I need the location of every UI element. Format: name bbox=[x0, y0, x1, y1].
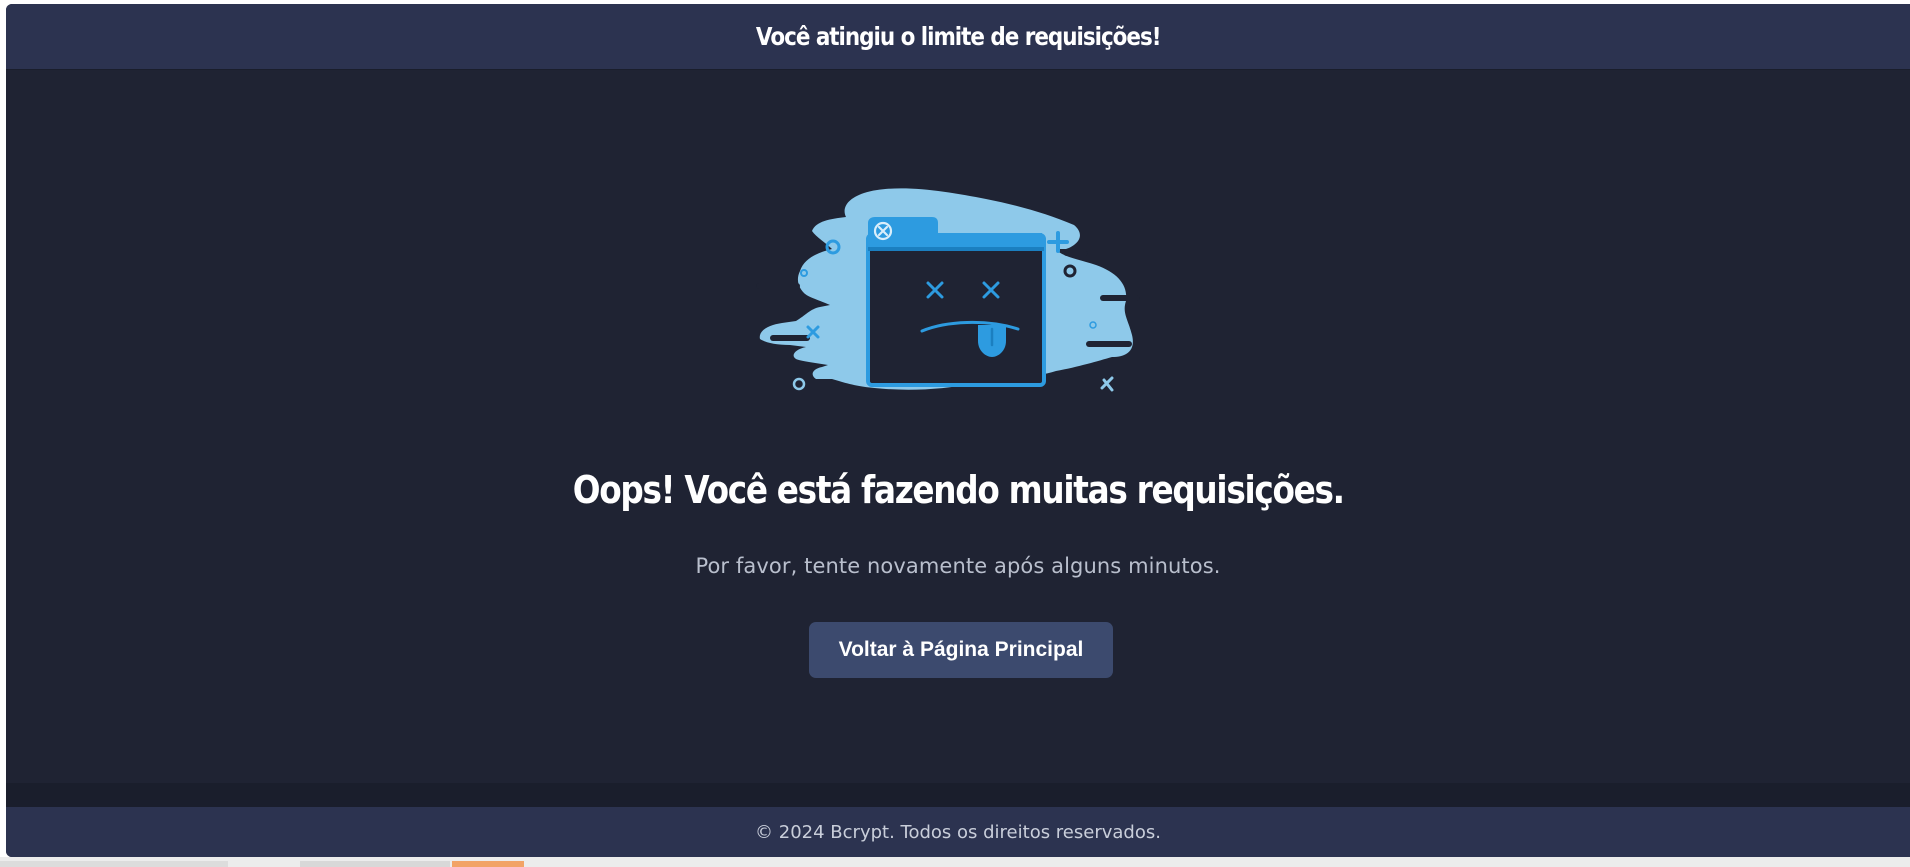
error-subtext: Por favor, tente novamente após alguns m… bbox=[695, 554, 1221, 578]
footer: © 2024 Bcrypt. Todos os direitos reserva… bbox=[6, 807, 1910, 857]
error-headline: Oops! Você está fazendo muitas requisiçõ… bbox=[572, 468, 1344, 512]
page-title: Você atingiu o limite de requisições! bbox=[755, 22, 1162, 51]
footer-copyright: © 2024 Bcrypt. Todos os direitos reserva… bbox=[755, 821, 1161, 843]
back-to-home-button[interactable]: Voltar à Página Principal bbox=[809, 622, 1113, 678]
window-body bbox=[866, 233, 1046, 387]
header-bar: Você atingiu o limite de requisições! bbox=[6, 4, 1910, 70]
main-content: Oops! Você está fazendo muitas requisiçõ… bbox=[6, 70, 1910, 783]
page-frame: Você atingiu o limite de requisições! Oo… bbox=[6, 4, 1910, 857]
bottom-scroll-strip bbox=[0, 857, 1910, 867]
footer-divider bbox=[6, 783, 1910, 807]
sad-browser-window-icon bbox=[756, 188, 1140, 392]
